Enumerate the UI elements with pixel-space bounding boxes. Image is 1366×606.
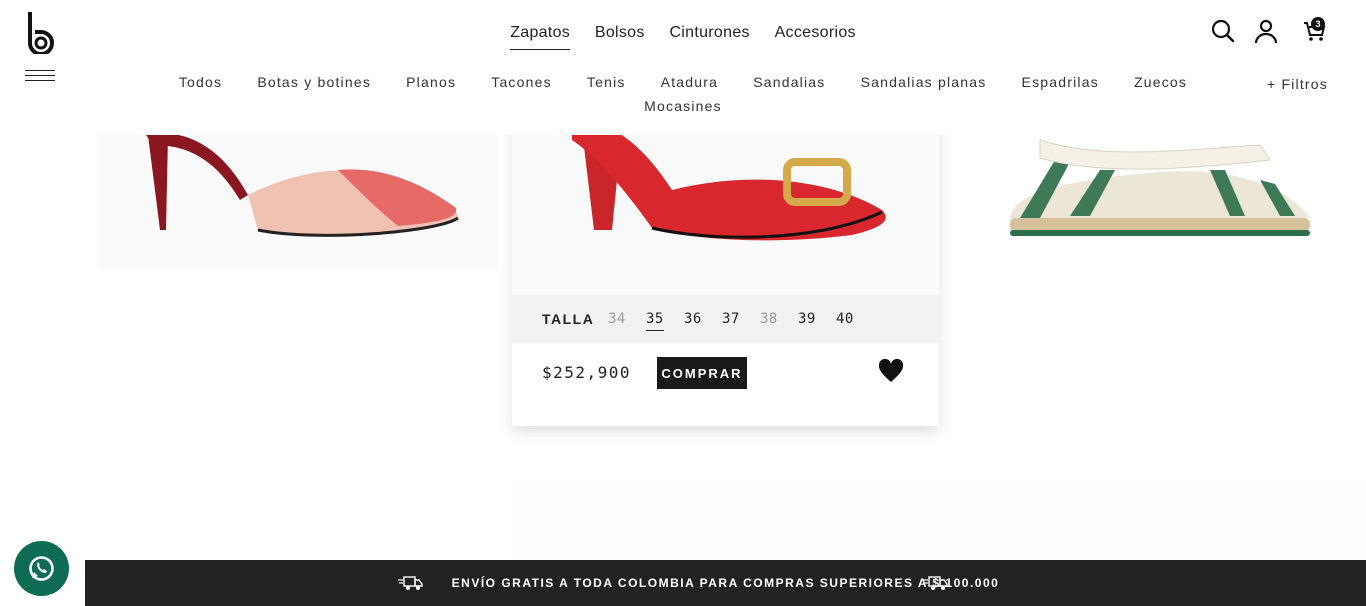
main-nav: Zapatos Bolsos Cinturones Accesorios xyxy=(0,24,1366,50)
category-espadrilas[interactable]: Espadrilas xyxy=(1022,70,1099,94)
truck-icon xyxy=(923,576,948,590)
size-option-38: 38 xyxy=(760,311,778,327)
shipping-banner: ENVÍO GRATIS A TODA COLOMBIA PARA COMPRA… xyxy=(85,560,1366,606)
whatsapp-icon xyxy=(29,556,54,581)
whatsapp-button[interactable] xyxy=(14,541,69,596)
category-nav: Todos Botas y botines Planos Tacones Ten… xyxy=(163,70,1203,118)
size-label: TALLA xyxy=(542,311,595,327)
nav-accesorios[interactable]: Accesorios xyxy=(775,24,856,49)
category-todos[interactable]: Todos xyxy=(179,70,222,94)
cart-button[interactable]: 3 xyxy=(1302,17,1328,44)
truck-icon xyxy=(398,576,423,590)
category-atadura[interactable]: Atadura xyxy=(661,70,718,94)
category-tenis[interactable]: Tenis xyxy=(587,70,626,94)
category-tacones[interactable]: Tacones xyxy=(491,70,552,94)
product-placeholder xyxy=(512,478,939,560)
size-selector: TALLA 34 35 36 37 38 39 40 xyxy=(512,295,939,343)
heart-icon[interactable] xyxy=(878,359,904,383)
user-icon[interactable] xyxy=(1253,18,1279,44)
nav-cinturones[interactable]: Cinturones xyxy=(669,24,749,49)
nav-bolsos[interactable]: Bolsos xyxy=(595,24,645,49)
category-botas-y-botines[interactable]: Botas y botines xyxy=(257,70,371,94)
size-option-36[interactable]: 36 xyxy=(684,311,702,327)
product-price: $252,900 xyxy=(542,363,632,382)
cart-count-badge: 3 xyxy=(1311,17,1325,31)
size-option-39[interactable]: 39 xyxy=(798,311,816,327)
product-card[interactable]: TALLA 34 35 36 37 38 39 40 $252,900 COMP… xyxy=(512,100,939,426)
category-sandalias[interactable]: Sandalias xyxy=(753,70,825,94)
site-header: Zapatos Bolsos Cinturones Accesorios 3 T… xyxy=(0,0,1366,135)
category-sandalias-planas[interactable]: Sandalias planas xyxy=(861,70,987,94)
category-mocasines[interactable]: Mocasines xyxy=(644,94,722,118)
size-option-34: 34 xyxy=(608,311,626,327)
product-placeholder xyxy=(920,478,1366,560)
buy-button[interactable]: COMPRAR xyxy=(657,357,747,389)
nav-zapatos[interactable]: Zapatos xyxy=(510,24,571,50)
category-planos[interactable]: Planos xyxy=(406,70,456,94)
size-option-40[interactable]: 40 xyxy=(836,311,854,327)
filters-button[interactable]: + Filtros xyxy=(1267,76,1328,92)
size-option-37[interactable]: 37 xyxy=(722,311,740,327)
search-icon[interactable] xyxy=(1210,18,1236,44)
shipping-banner-text: ENVÍO GRATIS A TODA COLOMBIA PARA COMPRA… xyxy=(451,576,1000,590)
hamburger-icon[interactable] xyxy=(25,70,55,84)
category-zuecos[interactable]: Zuecos xyxy=(1134,70,1187,94)
size-option-35[interactable]: 35 xyxy=(646,311,664,331)
